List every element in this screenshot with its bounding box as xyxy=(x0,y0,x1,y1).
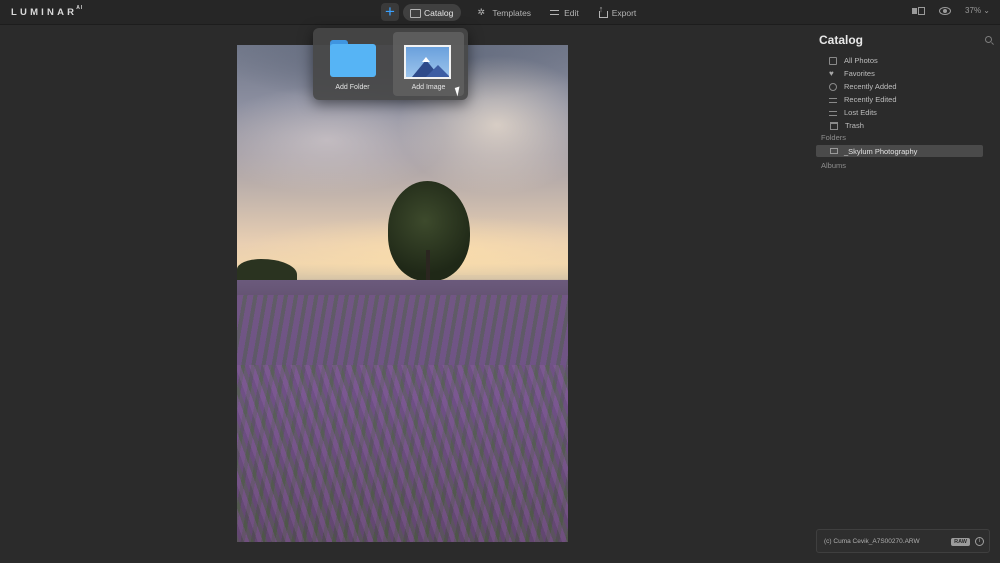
add-folder-label: Add Folder xyxy=(335,84,370,91)
photos-icon xyxy=(829,56,837,65)
lavender-field-near xyxy=(237,365,568,542)
image-icon xyxy=(404,45,451,79)
tab-export[interactable]: Export xyxy=(591,4,645,21)
export-icon xyxy=(597,4,608,18)
tab-catalog-label: Catalog xyxy=(424,7,454,18)
app-logo: LUMINARAI xyxy=(11,5,84,19)
panel-title: Catalog xyxy=(819,33,864,47)
folders-section-label[interactable]: Folders xyxy=(821,133,846,142)
add-image-option[interactable]: Add Image xyxy=(393,32,464,96)
tree-trunk xyxy=(426,250,430,280)
tab-edit-label: Edit xyxy=(564,7,579,18)
clock-icon xyxy=(829,82,837,91)
catalog-item-recently-edited[interactable]: Recently Edited xyxy=(829,93,989,106)
chevron-down-icon: ⌄ xyxy=(983,6,990,15)
catalog-item-label: Recently Added xyxy=(844,82,897,91)
catalog-item-label: Lost Edits xyxy=(844,108,877,117)
catalog-item-label: Favorites xyxy=(844,69,875,78)
catalog-item-label: All Photos xyxy=(844,56,878,65)
catalog-panel: Catalog All Photos ♥ Favorites Recently … xyxy=(810,25,1000,563)
info-icon[interactable]: i xyxy=(975,537,984,546)
add-button[interactable]: + xyxy=(381,3,399,21)
eye-icon[interactable] xyxy=(939,6,952,15)
search-icon[interactable] xyxy=(985,36,992,43)
folder-icon xyxy=(330,40,376,77)
top-bar: LUMINARAI + Catalog ✲ Templates Edit Exp… xyxy=(0,0,1000,25)
add-image-label: Add Image xyxy=(411,84,446,91)
catalog-item-favorites[interactable]: ♥ Favorites xyxy=(829,67,989,80)
folder-icon xyxy=(409,7,421,18)
zoom-control[interactable]: 37% ⌄ xyxy=(965,6,990,15)
folder-item-label: _Skylum Photography xyxy=(844,146,918,156)
catalog-item-label: Trash xyxy=(845,121,864,130)
photo-preview[interactable] xyxy=(237,45,568,542)
catalog-item-label: Recently Edited xyxy=(844,95,897,104)
trash-icon xyxy=(830,121,838,130)
tab-edit[interactable]: Edit xyxy=(543,4,587,21)
file-name: (c) Cuma Cevik_A7S00270.ARW xyxy=(824,537,920,545)
tab-catalog[interactable]: Catalog xyxy=(403,4,462,21)
tab-templates[interactable]: ✲ Templates xyxy=(471,4,539,21)
catalog-item-trash[interactable]: Trash xyxy=(829,119,989,132)
zoom-value: 37% xyxy=(965,6,982,15)
edit-icon xyxy=(549,7,560,18)
folder-icon xyxy=(830,148,838,154)
catalog-item-lost-edits[interactable]: Lost Edits xyxy=(829,106,989,119)
add-folder-option[interactable]: Add Folder xyxy=(317,32,388,96)
catalog-list: All Photos ♥ Favorites Recently Added Re… xyxy=(829,54,989,132)
file-info-box: (c) Cuma Cevik_A7S00270.ARW RAW i xyxy=(816,529,990,553)
raw-badge: RAW xyxy=(951,538,970,546)
main-tabs: Catalog ✲ Templates Edit Export xyxy=(403,4,648,21)
catalog-item-all-photos[interactable]: All Photos xyxy=(829,54,989,67)
tab-templates-label: Templates xyxy=(492,7,532,18)
catalog-item-recently-added[interactable]: Recently Added xyxy=(829,80,989,93)
heart-icon: ♥ xyxy=(829,68,834,78)
folder-item-skylum-photography[interactable]: _Skylum Photography xyxy=(816,145,983,157)
albums-section-label[interactable]: Albums xyxy=(821,161,846,170)
tab-export-label: Export xyxy=(611,7,637,18)
sliders-icon xyxy=(829,96,837,104)
sliders-icon xyxy=(829,109,837,117)
add-menu: Add Folder Add Image xyxy=(313,28,468,100)
compare-icon[interactable] xyxy=(912,6,926,15)
view-controls: 37% ⌄ xyxy=(912,6,990,15)
templates-icon: ✲ xyxy=(477,7,485,17)
